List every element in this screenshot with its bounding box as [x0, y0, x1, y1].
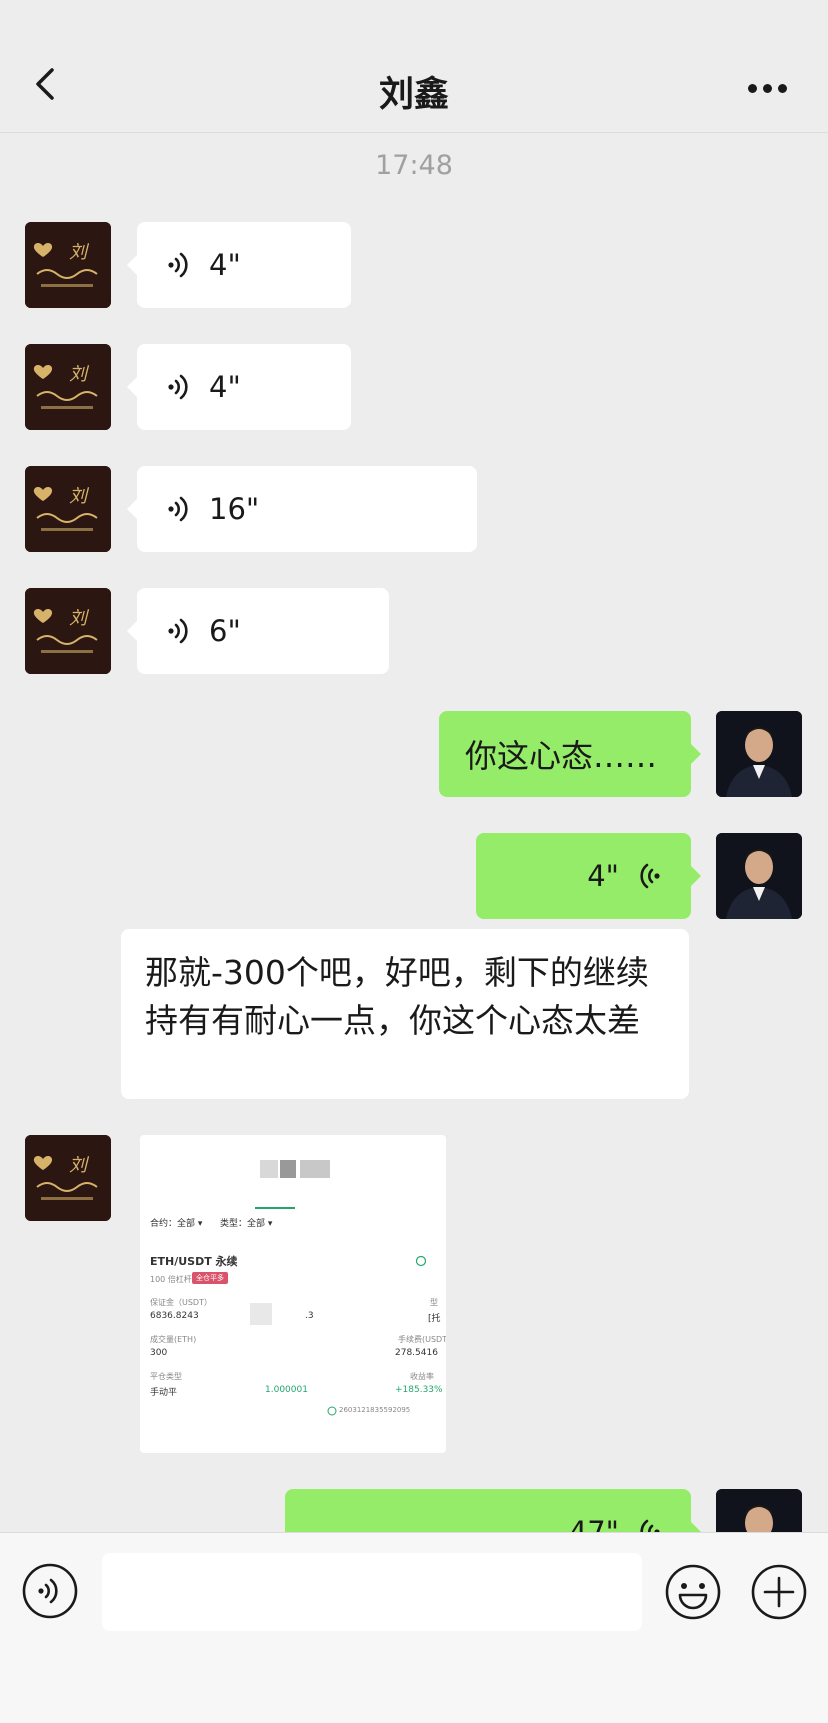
blurred-area [300, 1160, 330, 1178]
voice-message[interactable]: 4" [127, 222, 351, 308]
voice-wave-icon [168, 252, 188, 278]
text-message[interactable]: 那就-300个吧，好吧，剩下的继续持有有耐心一点，你这个心态太差 [121, 929, 689, 1099]
contact-avatar[interactable]: 刘 [25, 222, 111, 308]
input-bar [0, 1532, 828, 1723]
blurred-area [260, 1160, 278, 1178]
yield-value: +185.33% [395, 1385, 443, 1395]
trade-pair: ETH/USDT 永续 [150, 1255, 238, 1268]
plus-icon[interactable] [750, 1563, 808, 1621]
emoji-icon[interactable] [664, 1563, 722, 1621]
blurred-area [250, 1303, 272, 1325]
chat-title: 刘鑫 [378, 75, 449, 115]
close-type-label: 平仓类型 [150, 1372, 182, 1381]
close-type-value: 手动平 [150, 1388, 178, 1398]
leverage: 100 倍杠杆 [150, 1275, 192, 1284]
voice-wave-icon [168, 374, 188, 400]
voice-message[interactable]: 16" [127, 466, 477, 552]
voice-wave-icon [640, 863, 660, 889]
self-avatar[interactable] [716, 833, 802, 919]
voice-duration: 4" [209, 248, 241, 282]
portrait-icon [716, 711, 802, 797]
nav-bar: 刘鑫 [0, 20, 828, 133]
copy-icon [327, 1406, 337, 1416]
contact-avatar[interactable]: 刘 [25, 344, 111, 430]
voice-input-icon[interactable] [22, 1563, 78, 1619]
blurred-area [280, 1160, 296, 1178]
order-id: 2603121835592095 [339, 1406, 411, 1414]
message-text: 你这心态…… [465, 737, 658, 775]
fee-label: 手续费(USDT) [398, 1335, 446, 1344]
voice-duration: 16" [209, 492, 260, 526]
voice-message[interactable]: 6" [127, 588, 389, 674]
contact-avatar[interactable]: 刘 [25, 466, 111, 552]
portrait-icon [716, 833, 802, 919]
margin-value: 6836.8243 [150, 1311, 199, 1321]
status-bar [0, 0, 828, 20]
contact-avatar[interactable]: 刘 [25, 1135, 111, 1221]
volume-label: 成交量(ETH) [150, 1335, 197, 1344]
message-input[interactable] [102, 1553, 642, 1631]
yield-label: 收益率 [410, 1372, 434, 1381]
contact-avatar[interactable]: 刘 [25, 588, 111, 674]
share-icon [415, 1255, 427, 1267]
position-tag: 全仓平多 [192, 1272, 228, 1284]
price-value: 1.000001 [265, 1385, 308, 1395]
svg-text:刘: 刘 [69, 1155, 90, 1176]
voice-duration: 6" [209, 614, 241, 648]
tab-indicator [255, 1207, 295, 1209]
more-icon[interactable] [748, 84, 788, 96]
fee-value: 278.5416 [395, 1348, 438, 1358]
voice-wave-icon [168, 618, 188, 644]
message-timestamp: 17:48 [375, 150, 453, 181]
right-value-1: [托 [428, 1314, 441, 1324]
right-label-1: 型 [430, 1298, 438, 1307]
volume-value: 300 [150, 1348, 168, 1358]
filter-type: 类型：全部 ▾ [220, 1219, 273, 1229]
voice-message[interactable]: 4" [476, 833, 701, 919]
svg-text:刘: 刘 [69, 486, 90, 507]
svg-text:刘: 刘 [69, 242, 90, 263]
message-text: 那就-300个吧，好吧，剩下的继续持有有耐心一点，你这个心态太差 [145, 953, 649, 1040]
filter-contract: 合约：全部 ▾ [150, 1219, 203, 1229]
svg-text:刘: 刘 [69, 364, 90, 385]
voice-wave-icon [168, 496, 188, 522]
margin-label: 保证金（USDT） [150, 1298, 212, 1307]
image-message[interactable]: 合约：全部 ▾ 类型：全部 ▾ ETH/USDT 永续 100 倍杠杆 全仓平多… [140, 1135, 446, 1453]
text-message[interactable]: 你这心态…… [439, 711, 701, 797]
voice-message[interactable]: 4" [127, 344, 351, 430]
voice-duration: 4" [209, 370, 241, 404]
svg-text:刘: 刘 [69, 608, 90, 629]
mid-value: .3 [305, 1311, 314, 1321]
self-avatar[interactable] [716, 711, 802, 797]
voice-duration: 4" [587, 859, 619, 893]
